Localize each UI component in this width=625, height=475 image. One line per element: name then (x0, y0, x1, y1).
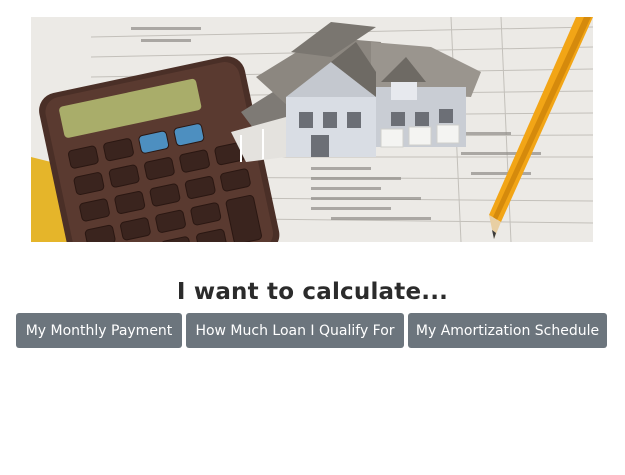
hero-image (31, 17, 593, 242)
page-title: I want to calculate... (176, 279, 449, 305)
amortization-schedule-button[interactable]: My Amortization Schedule (408, 313, 607, 348)
calculator-options: My Monthly Payment How Much Loan I Quali… (16, 313, 607, 348)
page: I want to calculate... My Monthly Paymen… (0, 0, 625, 475)
monthly-payment-button[interactable]: My Monthly Payment (16, 313, 182, 348)
loan-qualify-button[interactable]: How Much Loan I Qualify For (186, 313, 404, 348)
